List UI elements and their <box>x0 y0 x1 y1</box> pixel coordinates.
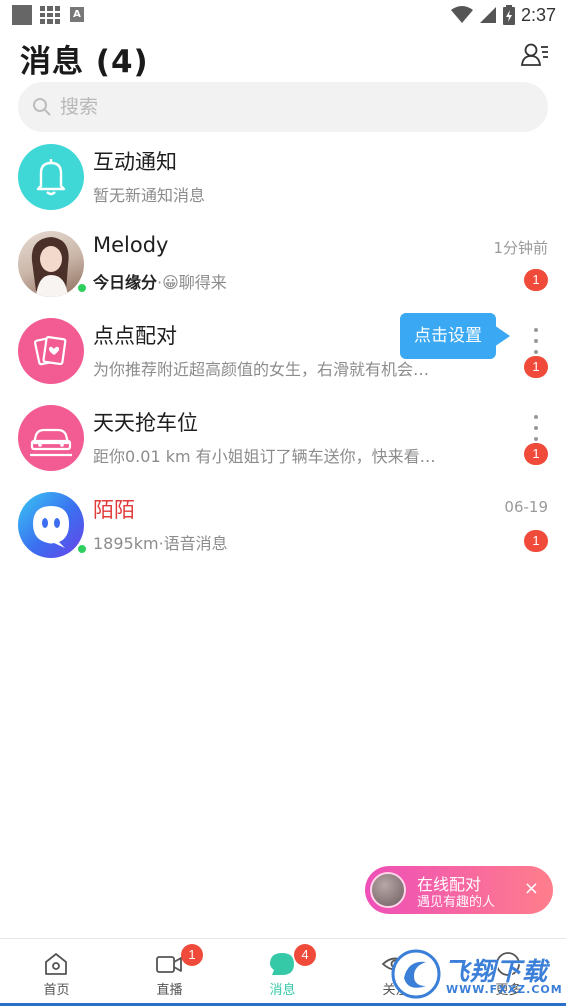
conversation-name: 天天抢车位 <box>93 411 198 435</box>
tab-home[interactable]: 首页 <box>0 939 113 1006</box>
conversation-time: 1分钟前 <box>493 239 548 257</box>
match-subtitle: 遇见有趣的人 <box>417 895 496 910</box>
conversation-time: 06-19 <box>504 498 548 516</box>
match-avatar <box>370 872 406 908</box>
watermark-logo: 飞翔下载 WWW.FXXZ.COM <box>390 946 563 1002</box>
online-status-dot <box>76 543 88 555</box>
conversation-parking-game[interactable]: 天天抢车位 距你0.01 km 有小姐姐订了辆车送你，快来看… 1 <box>0 405 566 491</box>
unread-badge: 1 <box>524 530 548 552</box>
search-input[interactable] <box>60 82 520 132</box>
wifi-icon <box>450 6 473 23</box>
bell-icon <box>36 159 66 196</box>
cards-icon <box>33 336 67 366</box>
user-photo <box>31 237 69 297</box>
tab-live[interactable]: 1 直播 <box>113 939 226 1006</box>
status-right: 2:37 <box>450 3 556 27</box>
conversation-name: 陌陌 <box>93 498 135 522</box>
close-icon[interactable]: × <box>524 878 539 900</box>
avatar <box>18 405 84 471</box>
conversation-preview: 为你推荐附近超高颜值的女生，右滑就有机会… <box>93 360 430 379</box>
conversation-preview: 距你0.01 km 有小姐姐订了辆车送你，快来看… <box>93 447 436 466</box>
clock: 2:37 <box>520 4 556 25</box>
page-title: 消息 (4) <box>20 44 149 80</box>
momo-logo-icon <box>33 506 69 548</box>
tab-label: 消息 <box>269 983 296 998</box>
chat-bubble-icon <box>270 953 294 975</box>
tab-label: 直播 <box>156 983 183 998</box>
conversation-name: Melody <box>93 233 169 257</box>
avatar <box>18 492 84 558</box>
keyboard-a-icon: A <box>70 7 84 22</box>
search-icon <box>33 98 51 116</box>
unread-badge: 1 <box>524 269 548 291</box>
conversation-preview: 暂无新通知消息 <box>93 186 206 205</box>
conversation-preview: 1895km·语音消息 <box>93 534 228 553</box>
unread-badge: 1 <box>524 356 548 378</box>
preview-text: ·😀聊得来 <box>157 273 227 292</box>
car-icon <box>30 428 72 457</box>
online-status-dot <box>76 282 88 294</box>
watermark-url: WWW.FXXZ.COM <box>446 983 563 996</box>
avatar <box>18 144 84 210</box>
video-icon <box>156 956 182 973</box>
conversation-momo[interactable]: 陌陌 06-19 1895km·语音消息 1 <box>0 492 566 578</box>
grid-notification-icon <box>40 6 60 24</box>
notification-square-icon <box>12 5 32 25</box>
tab-badge: 1 <box>181 944 203 966</box>
home-icon <box>45 953 67 975</box>
tab-badge: 4 <box>294 944 316 966</box>
avatar <box>18 231 84 297</box>
status-bar: A 2:37 <box>0 0 566 30</box>
conversation-melody[interactable]: Melody 1分钟前 今日缘分·😀聊得来 1 <box>0 231 566 317</box>
unread-badge: 1 <box>524 443 548 465</box>
more-options-button[interactable] <box>526 415 546 441</box>
watermark-swirl-icon <box>391 949 441 999</box>
battery-icon <box>502 5 515 25</box>
conversation-name: 互动通知 <box>93 150 177 174</box>
contacts-list-button[interactable] <box>520 40 550 70</box>
cell-signal-icon <box>479 7 496 23</box>
online-match-button[interactable]: 在线配对 遇见有趣的人 × <box>365 866 553 914</box>
conversation-interaction-notice[interactable]: 互动通知 暂无新通知消息 <box>0 144 566 230</box>
avatar <box>18 318 84 384</box>
more-options-button[interactable] <box>526 328 546 354</box>
tab-label: 首页 <box>43 983 70 998</box>
settings-tooltip[interactable]: 点击设置 <box>400 313 510 359</box>
conversation-name: 点点配对 <box>93 324 177 348</box>
contacts-list-icon <box>520 43 548 66</box>
preview-highlight: 今日缘分 <box>93 273 158 292</box>
search-bar[interactable] <box>18 82 548 132</box>
tab-messages[interactable]: 4 消息 <box>226 939 339 1006</box>
conversation-preview: 今日缘分·😀聊得来 <box>93 269 227 293</box>
